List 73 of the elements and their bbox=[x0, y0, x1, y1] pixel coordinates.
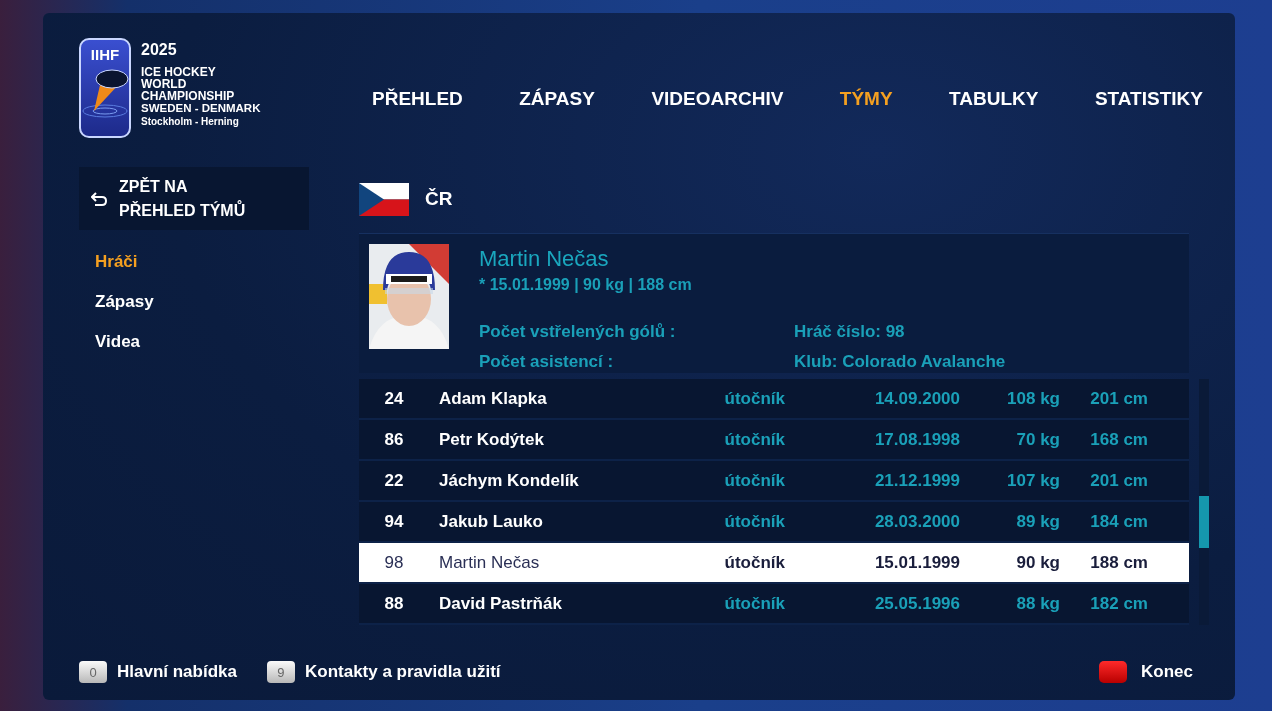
player-stat: Hráč číslo: 98 bbox=[794, 322, 906, 342]
player-stat: Klub: Colorado Avalanche bbox=[794, 352, 1006, 372]
position-cell-text: útočník bbox=[723, 593, 785, 614]
player-name: Martin Nečas bbox=[479, 246, 610, 272]
logo-text: ICE HOCKEY bbox=[141, 66, 217, 78]
name-cell-text: Jáchym Kondelík bbox=[438, 470, 580, 491]
weight-cell-text: 89 kg bbox=[1015, 511, 1060, 532]
player-stat: Počet vstřelených gólů : bbox=[479, 322, 677, 342]
height-cell-text: 168 cm bbox=[1089, 429, 1148, 450]
logo-text: Stockholm - Herning bbox=[141, 116, 240, 128]
player-stat: Počet asistencí : bbox=[479, 352, 615, 372]
position-cell-text: útočník bbox=[723, 429, 785, 450]
number-cell-text: 88 bbox=[383, 593, 405, 614]
position-cell-text: útočník bbox=[723, 552, 785, 573]
birthdate-cell-text: 21.12.1999 bbox=[873, 470, 960, 491]
position-cell-text: útočník bbox=[723, 388, 785, 409]
number-cell-text: 86 bbox=[383, 429, 405, 450]
name-cell-text: Petr Kodýtek bbox=[438, 429, 545, 450]
birthdate-cell-text: 15.01.1999 bbox=[873, 552, 960, 573]
logo-mark: IIHF bbox=[90, 46, 120, 63]
name-cell-text: Adam Klapka bbox=[438, 388, 548, 409]
height-cell-text: 184 cm bbox=[1089, 511, 1148, 532]
player-details: * 15.01.1999 | 90 kg | 188 cm bbox=[479, 276, 693, 294]
nav-tab[interactable]: TABULKY bbox=[949, 88, 1039, 110]
logo-text: CHAMPIONSHIP bbox=[141, 90, 236, 102]
key-label: Hlavní nabídka bbox=[117, 662, 237, 682]
logo-year: 2025 bbox=[141, 41, 178, 59]
sidebar-item[interactable]: Videa bbox=[95, 332, 141, 352]
nav-tab[interactable]: STATISTIKY bbox=[1094, 88, 1203, 110]
number-cell-text: 94 bbox=[383, 511, 405, 532]
name-cell-text: Jakub Lauko bbox=[438, 511, 544, 532]
height-cell-text: 201 cm bbox=[1089, 470, 1148, 491]
back-button[interactable]: ZPĚT NA PŘEHLED TÝMŮ bbox=[79, 167, 309, 230]
number-cell-text: 24 bbox=[383, 388, 405, 409]
weight-cell-text: 90 kg bbox=[1015, 552, 1060, 573]
height-cell-text: 188 cm bbox=[1089, 552, 1148, 573]
position-cell-text: útočník bbox=[723, 511, 785, 532]
table-row[interactable]: 86 Petr Kodýtek útočník 17.08.1998 70 kg 168 cm bbox=[359, 420, 1189, 461]
table-row[interactable]: 88 David Pastrňák útočník 25.05.1996 88 kg 182 cm bbox=[359, 584, 1189, 625]
birthdate-cell-text: 25.05.1996 bbox=[873, 593, 960, 614]
weight-cell-text: 108 kg bbox=[1006, 388, 1060, 409]
sidebar-item[interactable]: Hráči bbox=[95, 252, 138, 272]
weight-cell-text: 70 kg bbox=[1015, 429, 1060, 450]
nav-tab[interactable]: PŘEHLED bbox=[372, 88, 463, 110]
logo-text: WORLD bbox=[141, 78, 188, 90]
logo-text: SWEDEN - DENMARK bbox=[141, 102, 261, 114]
position-cell-text: útočník bbox=[723, 470, 785, 491]
birthdate-cell-text: 28.03.2000 bbox=[873, 511, 960, 532]
table-row[interactable]: 24 Adam Klapka útočník 14.09.2000 108 kg 201 cm bbox=[359, 379, 1189, 420]
number-cell-text: 22 bbox=[383, 470, 405, 491]
height-cell-text: 201 cm bbox=[1089, 388, 1148, 409]
remote-key: 9 bbox=[267, 661, 295, 683]
key-label: Konec bbox=[1141, 662, 1193, 682]
nav-tab[interactable]: ZÁPASY bbox=[519, 88, 595, 110]
team-name: ČR bbox=[425, 188, 453, 210]
flag-icon bbox=[359, 182, 409, 216]
birthdate-cell-text: 14.09.2000 bbox=[873, 388, 960, 409]
weight-cell-text: 107 kg bbox=[1006, 470, 1060, 491]
weight-cell-text: 88 kg bbox=[1015, 593, 1060, 614]
name-cell-text: Martin Nečas bbox=[438, 552, 541, 573]
remote-key-icon bbox=[1099, 661, 1128, 683]
remote-key: 0 bbox=[79, 661, 107, 683]
nav-tab[interactable]: TÝMY bbox=[839, 88, 893, 110]
number-cell-text: 98 bbox=[383, 552, 405, 573]
nav-tab[interactable]: VIDEOARCHIV bbox=[651, 88, 784, 110]
key-label: Kontakty a pravidla užití bbox=[305, 662, 501, 682]
name-cell-text: David Pastrňák bbox=[438, 593, 563, 614]
height-cell-text: 182 cm bbox=[1089, 593, 1148, 614]
table-row[interactable]: 22 Jáchym Kondelík útočník 21.12.1999 107 kg 201 cm bbox=[359, 461, 1189, 502]
back-icon bbox=[91, 191, 107, 206]
table-row[interactable]: 98 Martin Nečas útočník 15.01.1999 90 kg 188 cm bbox=[359, 543, 1189, 584]
sidebar-item[interactable]: Zápasy bbox=[95, 292, 154, 312]
birthdate-cell-text: 17.08.1998 bbox=[873, 429, 960, 450]
